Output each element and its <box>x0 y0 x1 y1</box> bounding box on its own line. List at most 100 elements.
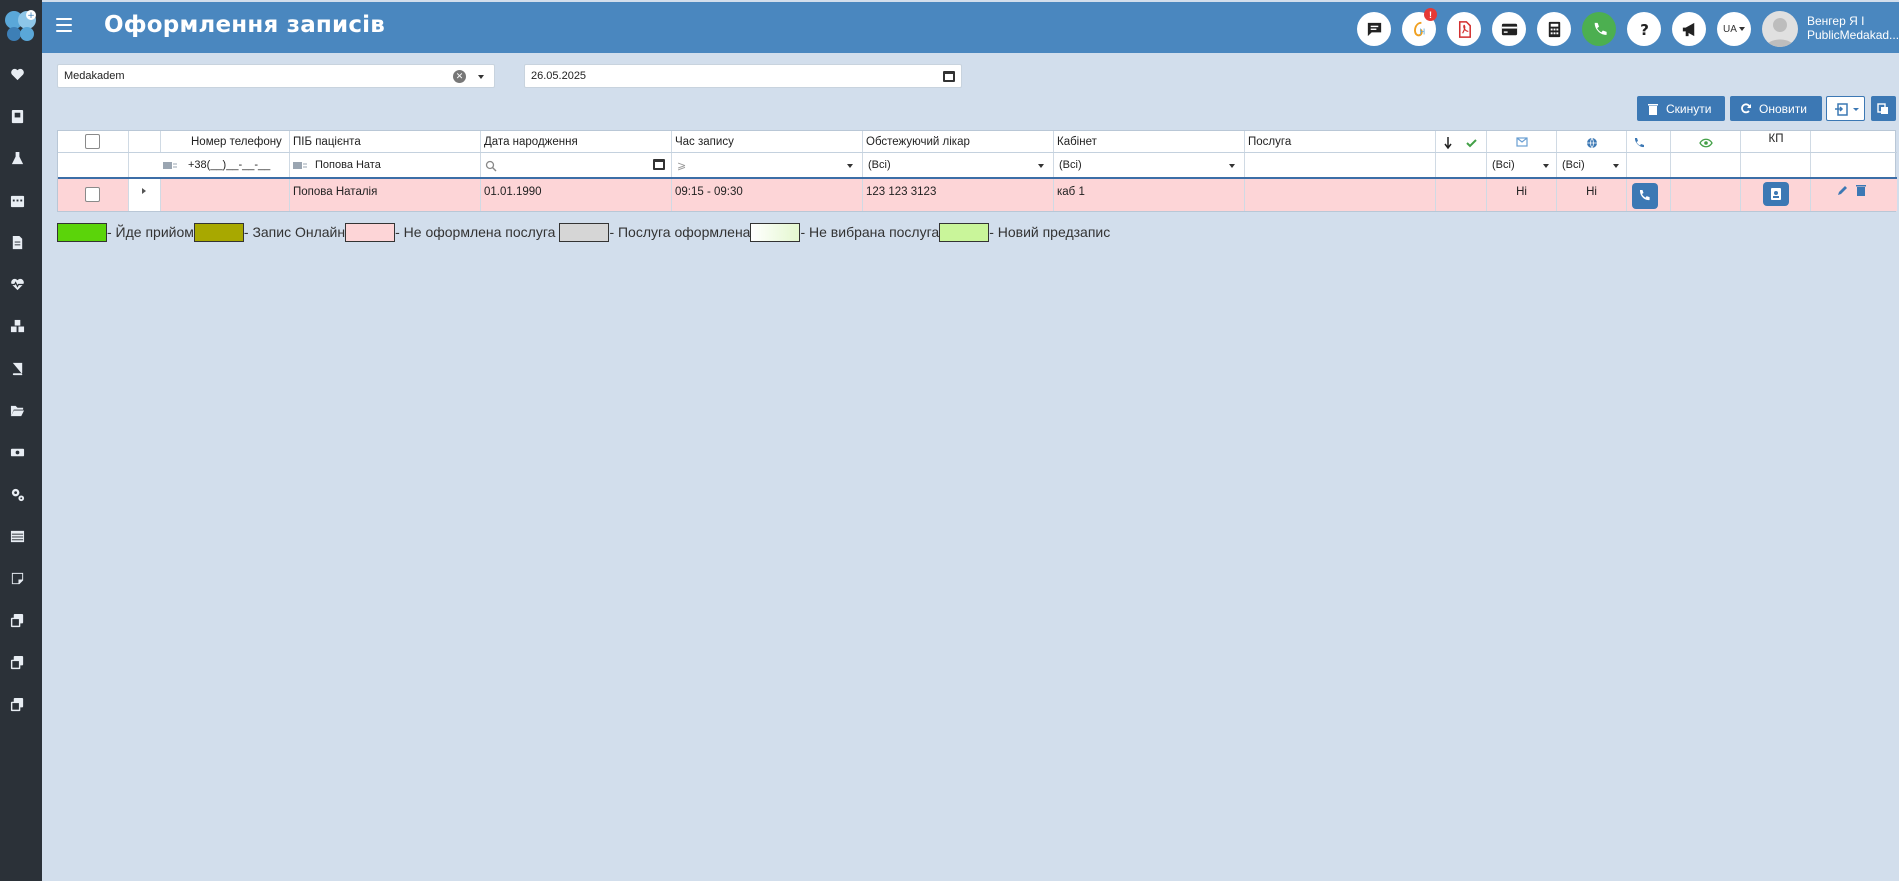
flask-icon[interactable] <box>8 149 26 167</box>
appointments-grid: Номер телефону ПІБ пацієнта Дата народже… <box>57 130 1897 212</box>
language-selector[interactable]: UA <box>1717 12 1751 46</box>
filter-operator-icon[interactable] <box>163 161 177 171</box>
column-header-web[interactable] <box>1557 131 1627 152</box>
column-header-email[interactable] <box>1487 131 1557 152</box>
column-header-phone[interactable]: Номер телефону <box>161 131 290 152</box>
chat-icon[interactable] <box>1357 12 1391 46</box>
select-all-cell <box>58 131 129 152</box>
row-expand-cell[interactable] <box>129 179 161 211</box>
copy-icon[interactable] <box>8 611 26 629</box>
refresh-button[interactable]: Оновити <box>1730 96 1822 121</box>
note-icon[interactable] <box>8 569 26 587</box>
hamburger-menu-icon[interactable] <box>56 18 72 32</box>
room-filter-value: (Всі) <box>1059 159 1082 171</box>
room-filter-select[interactable]: (Всі) <box>1055 156 1243 175</box>
row-actions-cell <box>1811 179 1897 211</box>
settings-icon[interactable] <box>8 485 26 503</box>
web-filter-select[interactable]: (Всі) <box>1558 156 1625 175</box>
avatar[interactable] <box>1762 11 1798 47</box>
search-icon <box>485 160 497 172</box>
reset-button[interactable]: Скинути <box>1637 96 1725 121</box>
folder-open-icon[interactable] <box>8 401 26 419</box>
calendar-icon[interactable] <box>8 191 26 209</box>
book-icon[interactable] <box>8 359 26 377</box>
refresh-icon <box>1741 102 1751 113</box>
filter-cell-status <box>1436 153 1487 177</box>
svg-text:H: H <box>1419 27 1425 36</box>
chevron-down-icon[interactable] <box>1229 164 1235 168</box>
phone-filter-input[interactable]: +38(__)__-__-__ <box>130 156 288 175</box>
chevron-down-icon[interactable] <box>1613 164 1619 168</box>
eye-icon <box>1699 138 1713 148</box>
column-header-service[interactable]: Послуга <box>1245 131 1436 152</box>
column-header-eye[interactable] <box>1671 131 1741 152</box>
legend-swatch <box>345 222 396 242</box>
notification-app-icon[interactable]: H ! <box>1402 8 1437 46</box>
date-field[interactable]: 26.05.2025 <box>524 64 962 88</box>
column-header-patient[interactable]: ПІБ пацієнта <box>290 131 481 152</box>
column-header-doctor[interactable]: Обстежуючий лікар <box>863 131 1054 152</box>
row-checkbox[interactable] <box>85 187 100 202</box>
chevron-down-icon[interactable] <box>478 75 484 79</box>
column-header-call[interactable] <box>1627 131 1671 152</box>
svg-text:?: ? <box>1640 21 1649 39</box>
calendar-icon[interactable] <box>653 159 665 170</box>
table-icon[interactable] <box>8 527 26 545</box>
phone-icon <box>1639 190 1650 201</box>
birthdate-filter-input[interactable] <box>482 156 670 175</box>
credit-card-icon[interactable] <box>1492 12 1526 46</box>
filter-operator-icon[interactable] <box>293 161 307 171</box>
calculator-icon[interactable] <box>1537 12 1571 46</box>
reset-button-label: Скинути <box>1666 101 1712 116</box>
column-header-room[interactable]: Кабінет <box>1054 131 1245 152</box>
help-icon[interactable]: ? <box>1627 12 1661 46</box>
copy-icon[interactable] <box>8 695 26 713</box>
chevron-down-icon[interactable] <box>1543 164 1549 168</box>
table-row[interactable]: Попова Наталія 01.01.1990 09:15 - 09:30 … <box>58 179 1897 211</box>
copy-icon[interactable] <box>8 653 26 671</box>
call-button[interactable] <box>1632 183 1658 209</box>
calendar-icon[interactable] <box>943 71 955 82</box>
patient-card-icon <box>1771 188 1781 200</box>
money-icon[interactable] <box>8 443 26 461</box>
cubes-icon[interactable] <box>8 317 26 335</box>
email-filter-select[interactable]: (Всі) <box>1488 156 1555 175</box>
column-header-status[interactable] <box>1436 131 1487 152</box>
legend-label: - Новий предзапис <box>989 224 1111 240</box>
column-header-actions <box>1811 131 1897 152</box>
time-filter-select[interactable]: ⩾ <box>673 156 861 175</box>
envelope-icon <box>1516 137 1528 147</box>
column-header-kp[interactable]: КП <box>1741 131 1811 152</box>
document-icon[interactable] <box>8 233 26 251</box>
row-service <box>1245 179 1436 211</box>
column-header-birthdate[interactable]: Дата народження <box>481 131 672 152</box>
patient-card-icon[interactable] <box>8 107 26 125</box>
patient-card-button[interactable] <box>1763 182 1789 206</box>
doctor-filter-select[interactable]: (Всі) <box>864 156 1052 175</box>
pdf-icon[interactable] <box>1447 12 1481 46</box>
chevron-down-icon[interactable] <box>1038 164 1044 168</box>
column-header-time[interactable]: Час запису <box>672 131 863 152</box>
select-all-checkbox[interactable] <box>85 134 100 149</box>
filter-cell-room: (Всі) <box>1054 153 1245 177</box>
chevron-down-icon[interactable] <box>847 164 853 168</box>
column-chooser-button[interactable] <box>1871 96 1896 121</box>
row-patient: Попова Наталія <box>290 179 481 211</box>
heart-icon[interactable] <box>8 65 26 83</box>
clear-icon[interactable]: ✕ <box>453 70 466 83</box>
edit-icon[interactable] <box>1837 184 1849 196</box>
expand-arrow-icon[interactable] <box>142 188 146 194</box>
export-dropdown-button[interactable] <box>1826 96 1865 121</box>
clinic-select[interactable]: Medakadem ✕ <box>57 64 495 88</box>
legend-swatch <box>559 222 610 242</box>
patient-filter-input[interactable]: Попова Ната <box>291 156 479 175</box>
heartbeat-icon[interactable] <box>8 275 26 293</box>
app-logo[interactable]: + <box>0 4 42 48</box>
trash-icon[interactable] <box>1855 184 1867 196</box>
filter-cell-service[interactable] <box>1245 153 1436 177</box>
user-info[interactable]: Венгер Я І PublicMedakad... <box>1807 14 1899 42</box>
filter-cell-phone: +38(__)__-__-__ <box>129 153 290 177</box>
phone-icon[interactable] <box>1582 12 1616 46</box>
grid-filter-row: +38(__)__-__-__ Попова Ната ⩾ (Всі) (Всі… <box>58 153 1897 179</box>
megaphone-icon[interactable] <box>1672 12 1706 46</box>
